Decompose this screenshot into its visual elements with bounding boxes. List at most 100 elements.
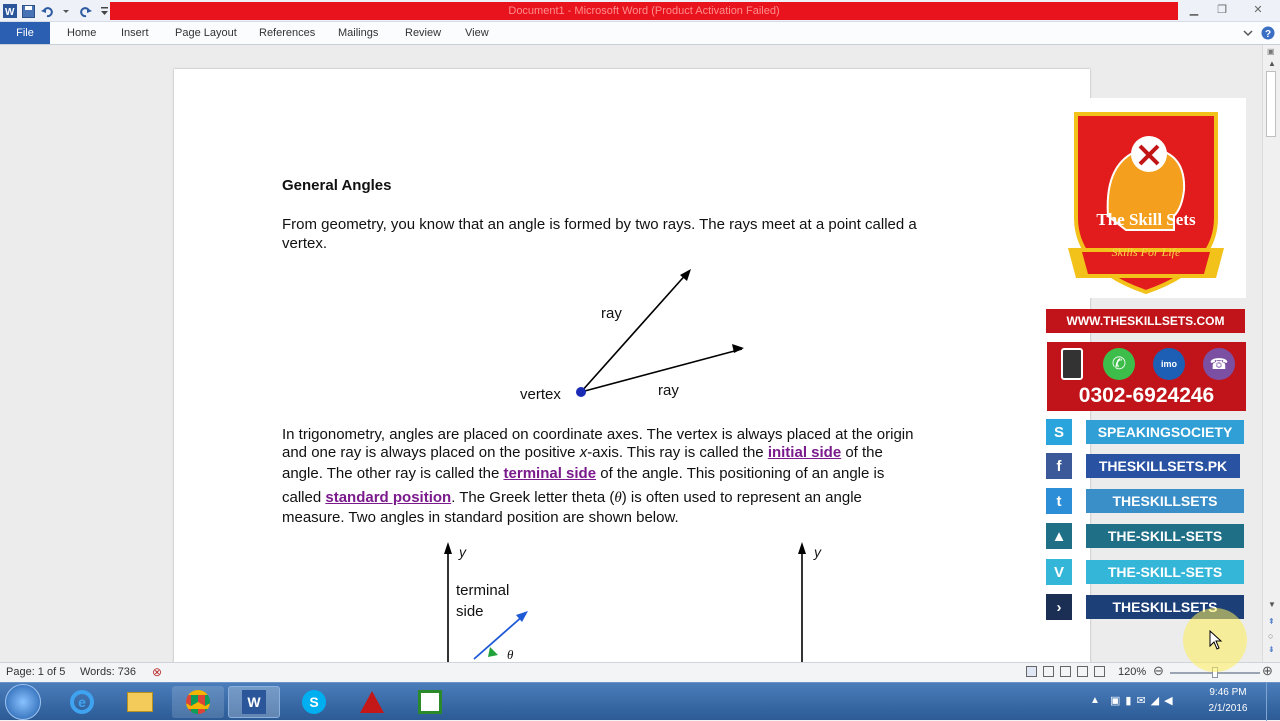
status-bar: Page: 1 of 5 Words: 736 ⊗ 120% ⊖ ⊕: [0, 662, 1280, 682]
social-row-facebook[interactable]: f THESKILLSETS.PK: [1046, 453, 1246, 479]
standard-position-figure: y terminal side θ y: [444, 542, 822, 662]
windows-taskbar: e W S ▲ ▣▮✉◢◀ 9:46 PM 2/1/2016: [0, 682, 1280, 721]
term-initial-side[interactable]: initial side: [768, 444, 841, 461]
draft-view-icon[interactable]: [1094, 666, 1105, 677]
internet-explorer-icon: e: [70, 690, 94, 714]
vertex-label: vertex: [520, 386, 561, 403]
pages-icon: ▲: [1046, 523, 1072, 549]
next-page-icon[interactable]: ⇟: [1268, 645, 1275, 654]
dailymotion-icon: ›: [1046, 594, 1072, 620]
term-standard-position[interactable]: standard position: [325, 489, 451, 506]
social-row-twitter[interactable]: t THESKILLSETS: [1046, 488, 1246, 514]
scroll-up-arrow[interactable]: ▲: [1268, 59, 1276, 68]
imo-icon: imo: [1153, 348, 1185, 380]
clock-date[interactable]: 2/1/2016: [1196, 703, 1260, 714]
facebook-icon: f: [1046, 453, 1072, 479]
show-desktop-button[interactable]: [1266, 683, 1280, 721]
web-layout-view-icon[interactable]: [1060, 666, 1071, 677]
save-icon[interactable]: [21, 4, 36, 19]
paragraph-2-line-3: angle. The other ray is called the termi…: [282, 465, 885, 482]
full-screen-reading-view-icon[interactable]: [1043, 666, 1054, 677]
terminal-label: terminal: [456, 582, 509, 599]
taskbar-word[interactable]: W: [228, 686, 280, 718]
start-button[interactable]: [5, 684, 41, 720]
word-count-status[interactable]: Words: 736: [80, 666, 136, 678]
angle-arc-arrow: [488, 647, 498, 657]
logo-title: The Skill Sets: [1096, 210, 1196, 229]
system-tray-icons[interactable]: ▣▮✉◢◀: [1110, 694, 1178, 707]
word-icon: W: [242, 690, 266, 714]
scroll-thumb[interactable]: [1266, 71, 1276, 137]
title-bar: W Document1 - Microsoft Word (Product Ac…: [0, 0, 1280, 22]
page-count-status[interactable]: Page: 1 of 5: [6, 666, 65, 678]
skill-sets-logo: [1068, 112, 1224, 295]
zoom-level[interactable]: 120%: [1118, 666, 1146, 678]
taskbar-acrobat[interactable]: [346, 686, 398, 718]
close-button[interactable]: ✕: [1236, 0, 1280, 18]
mobile-phone-icon: [1061, 348, 1083, 380]
restore-button[interactable]: ❐: [1208, 0, 1236, 18]
logo-tagline: Skills For Life: [1111, 245, 1181, 259]
word-app-icon[interactable]: W: [2, 4, 17, 19]
whatsapp-icon: ✆: [1103, 348, 1135, 380]
skype-app-icon: S: [302, 690, 326, 714]
undo-dropdown-icon[interactable]: [59, 4, 74, 19]
quick-access-toolbar: W: [0, 0, 112, 22]
social-label-vimeo: THE-SKILL-SETS: [1086, 560, 1244, 584]
ribbon-tab-bar: File Home Insert Page Layout References …: [0, 22, 1280, 45]
help-icon[interactable]: ?: [1261, 26, 1275, 43]
social-label-facebook: THESKILLSETS.PK: [1086, 454, 1240, 478]
tab-home[interactable]: Home: [67, 22, 96, 44]
taskbar-chrome[interactable]: [172, 686, 224, 718]
y-axis-right-arrowhead: [798, 542, 806, 554]
social-row-pages[interactable]: ▲ THE-SKILL-SETS: [1046, 523, 1246, 549]
paragraph-2-line-2: and one ray is always placed on the posi…: [282, 444, 883, 461]
undo-icon[interactable]: [40, 4, 55, 19]
upper-ray-line: [580, 270, 690, 393]
outline-view-icon[interactable]: [1077, 666, 1088, 677]
social-label-skype: SPEAKINGSOCIETY: [1086, 420, 1244, 444]
clock-time[interactable]: 9:46 PM: [1196, 687, 1260, 698]
paragraph-1-line-1: From geometry, you know that an angle is…: [282, 216, 917, 233]
zoom-in-icon[interactable]: ⊕: [1262, 663, 1273, 679]
skype-icon: S: [1046, 419, 1072, 445]
previous-page-icon[interactable]: ⇞: [1268, 617, 1275, 626]
twitter-icon: t: [1046, 488, 1072, 514]
document-page[interactable]: General Angles From geometry, you know t…: [174, 69, 1090, 662]
social-row-skype[interactable]: S SPEAKINGSOCIETY: [1046, 419, 1246, 445]
folder-icon: [127, 692, 153, 712]
tab-view[interactable]: View: [465, 22, 489, 44]
social-label-twitter: THESKILLSETS: [1086, 489, 1244, 513]
scroll-down-arrow[interactable]: ▼: [1268, 600, 1276, 609]
expand-ribbon-icon[interactable]: [1242, 27, 1254, 42]
taskbar-file-explorer[interactable]: [114, 686, 166, 718]
vertex-point: [576, 387, 586, 397]
zoom-out-icon[interactable]: ⊖: [1153, 663, 1164, 679]
y-axis-left-arrowhead: [444, 542, 452, 554]
taskbar-skype[interactable]: S: [288, 686, 340, 718]
show-hidden-icons[interactable]: ▲: [1090, 695, 1100, 706]
term-terminal-side[interactable]: terminal side: [504, 465, 597, 482]
tab-review[interactable]: Review: [405, 22, 441, 44]
side-label: side: [456, 603, 484, 620]
proofing-icon[interactable]: ⊗: [152, 665, 162, 679]
ruler-toggle-icon[interactable]: ▣: [1267, 47, 1275, 56]
logo-box: The Skill Sets Skills For Life: [1046, 98, 1246, 298]
document-heading: General Angles: [282, 177, 392, 194]
select-browse-object-icon[interactable]: ○: [1268, 631, 1273, 641]
redo-icon[interactable]: [78, 4, 93, 19]
minimize-button[interactable]: ▁: [1180, 0, 1208, 18]
tab-mailings[interactable]: Mailings: [338, 22, 378, 44]
window-title: Document1 - Microsoft Word (Product Acti…: [110, 2, 1178, 20]
website-banner[interactable]: WWW.THESKILLSETS.COM: [1046, 309, 1245, 333]
vertical-scrollbar[interactable]: ▣ ▲ ▼ ⇞ ○ ⇟: [1262, 45, 1280, 662]
tab-insert[interactable]: Insert: [121, 22, 149, 44]
taskbar-camtasia[interactable]: [404, 686, 456, 718]
tab-file[interactable]: File: [0, 22, 50, 44]
tab-page-layout[interactable]: Page Layout: [175, 22, 237, 44]
print-layout-view-icon[interactable]: [1026, 666, 1037, 677]
social-row-vimeo[interactable]: V THE-SKILL-SETS: [1046, 559, 1246, 585]
contact-box: ✆ imo ☎ 0302-6924246: [1047, 342, 1246, 411]
tab-references[interactable]: References: [259, 22, 315, 44]
taskbar-internet-explorer[interactable]: e: [56, 686, 108, 718]
